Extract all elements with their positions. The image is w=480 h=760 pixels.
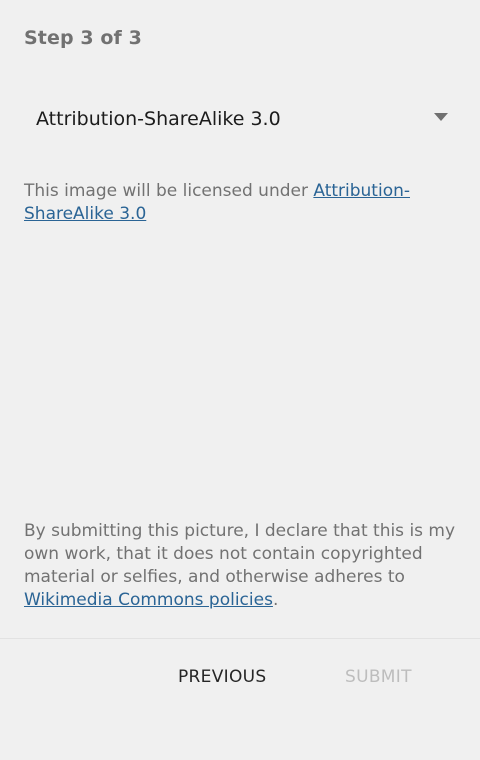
declaration-suffix: .: [272, 590, 279, 610]
commons-policies-link[interactable]: Wikimedia Commons policies: [24, 590, 273, 610]
previous-button[interactable]: PREVIOUS: [172, 660, 272, 694]
license-info-text: This image will be licensed under Attrib…: [24, 180, 424, 226]
license-info-prefix: This image will be licensed under: [24, 181, 314, 201]
license-selected-value: Attribution-ShareAlike 3.0: [36, 108, 281, 130]
dropdown-arrow-icon: [434, 113, 448, 121]
step-title: Step 3 of 3: [24, 27, 142, 49]
declaration-text: By submitting this picture, I declare th…: [24, 520, 456, 612]
license-dropdown[interactable]: Attribution-ShareAlike 3.0: [24, 98, 456, 140]
footer-divider: [0, 638, 480, 639]
submit-button[interactable]: SUBMIT: [339, 660, 418, 694]
declaration-body: By submitting this picture, I declare th…: [24, 521, 456, 587]
